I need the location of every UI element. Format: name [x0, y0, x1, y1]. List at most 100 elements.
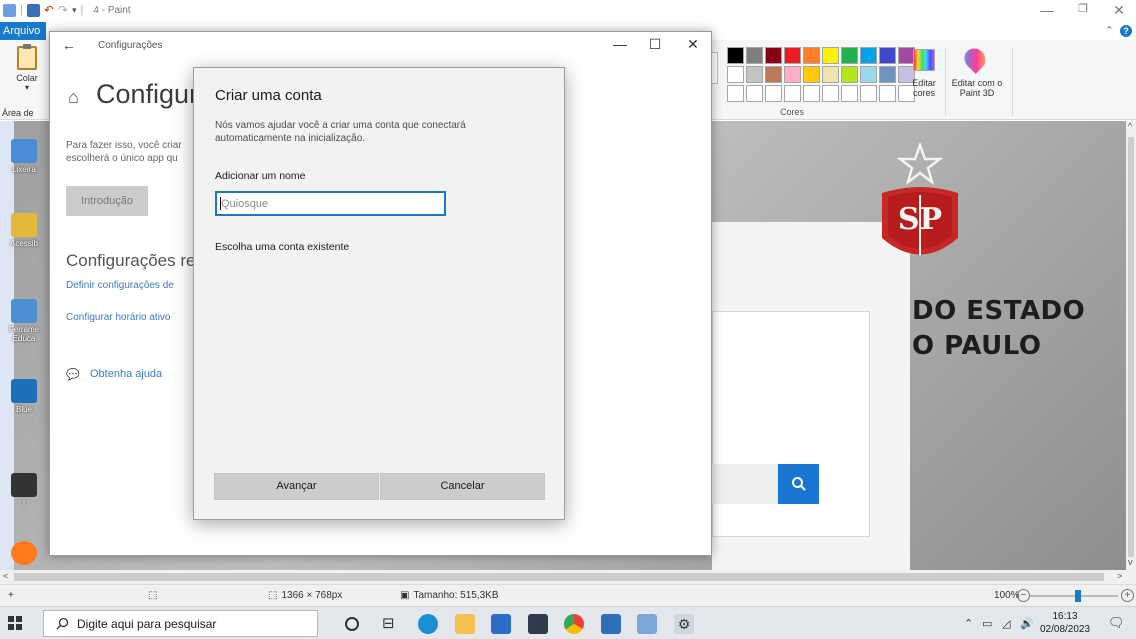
color-swatch[interactable]	[860, 47, 877, 64]
file-explorer-icon[interactable]	[455, 614, 475, 634]
tab-arquivo[interactable]: Arquivo	[0, 22, 46, 40]
help-icon[interactable]: ?	[1120, 24, 1132, 37]
color-swatch[interactable]	[746, 66, 763, 83]
dialog-description: Nós vamos ajudar você a criar uma conta …	[215, 120, 466, 144]
collapse-ribbon-icon[interactable]: ⌃	[1105, 24, 1114, 37]
mail-icon[interactable]	[528, 614, 548, 634]
sp-coat-of-arms: SP	[882, 143, 958, 255]
zoom-out-button[interactable]: −	[1017, 589, 1030, 602]
color-swatch[interactable]	[841, 66, 858, 83]
horizontal-scrollbar[interactable]: < >	[0, 570, 1136, 584]
intro-button[interactable]: Introdução	[66, 186, 148, 216]
color-swatch[interactable]	[746, 47, 763, 64]
next-button[interactable]: Avançar	[214, 473, 379, 500]
paint-restore-button[interactable]: ❐	[1068, 2, 1098, 15]
network-icon[interactable]: ◿	[1002, 617, 1010, 630]
color-swatch[interactable]	[727, 47, 744, 64]
create-account-dialog: Criar uma conta Nós vamos ajudar você a …	[193, 67, 565, 520]
paint3d-icon[interactable]	[960, 44, 990, 74]
custom-color-slot[interactable]	[822, 85, 839, 102]
cortana-icon[interactable]	[345, 617, 359, 631]
custom-color-slot[interactable]	[746, 85, 763, 102]
scroll-up-icon[interactable]: ^	[1128, 121, 1132, 131]
clipboard-icon	[17, 44, 37, 70]
active-hours-link[interactable]: Configurar horário ativo	[66, 312, 171, 323]
save-icon[interactable]	[26, 3, 40, 17]
color-swatch[interactable]	[803, 47, 820, 64]
color-swatch[interactable]	[765, 66, 782, 83]
paint-close-button[interactable]: ✕	[1104, 2, 1134, 19]
color-swatch[interactable]	[860, 66, 877, 83]
color-swatch[interactable]	[784, 66, 801, 83]
scroll-down-icon[interactable]: v	[1128, 557, 1133, 567]
color-swatch[interactable]	[822, 66, 839, 83]
store-icon[interactable]	[491, 614, 511, 634]
custom-color-slot[interactable]	[765, 85, 782, 102]
undo-icon[interactable]: ↶	[44, 3, 54, 17]
choose-existing-account-link[interactable]: Escolha uma conta existente	[215, 241, 349, 253]
redo-icon[interactable]: ↷	[58, 3, 68, 17]
desktop-icon-generic[interactable]: I	[4, 473, 44, 508]
volume-icon[interactable]: 🔊	[1020, 617, 1034, 630]
settings-close-button[interactable]: ✕	[678, 36, 708, 53]
color-swatch[interactable]	[803, 66, 820, 83]
edit-colors-icon[interactable]	[913, 49, 935, 71]
taskbar-search-placeholder: Digite aqui para pesquisar	[77, 616, 217, 631]
account-name-input[interactable]	[215, 191, 446, 216]
color-swatch[interactable]	[727, 66, 744, 83]
edit-colors-button[interactable]: Editar cores	[906, 78, 942, 98]
zoom-slider-thumb[interactable]	[1075, 590, 1082, 602]
color-swatch[interactable]	[879, 66, 896, 83]
colors-group-label: Cores	[780, 107, 805, 117]
define-settings-link[interactable]: Definir configurações de	[66, 280, 174, 291]
get-help-link[interactable]: 💬 Obtenha ajuda	[66, 368, 162, 381]
task-view-icon[interactable]: ⊟	[382, 614, 402, 634]
edge-icon[interactable]	[418, 614, 438, 634]
custom-color-slot[interactable]	[841, 85, 858, 102]
back-arrow-icon[interactable]: ←	[62, 37, 76, 53]
zoom-in-button[interactable]: +	[1121, 589, 1134, 602]
paint-minimize-button[interactable]: —	[1032, 2, 1062, 18]
windows-start-icon[interactable]	[8, 616, 22, 630]
custom-color-slot[interactable]	[727, 85, 744, 102]
custom-color-slot[interactable]	[784, 85, 801, 102]
horizontal-scrollbar-thumb[interactable]	[14, 573, 1104, 581]
color-swatch[interactable]	[784, 47, 801, 64]
desktop-icon-firefox[interactable]	[4, 541, 44, 567]
scroll-left-icon[interactable]: <	[3, 571, 8, 581]
settings-gear-icon[interactable]: ⚙	[674, 614, 694, 634]
zoom-slider[interactable]	[1030, 595, 1118, 597]
scroll-right-icon[interactable]: >	[1117, 571, 1122, 581]
paste-button[interactable]: Colar ▾	[10, 44, 44, 92]
paint-taskbar-icon[interactable]	[637, 614, 657, 634]
settings-maximize-button[interactable]: ☐	[640, 36, 670, 53]
name-field-label: Adicionar um nome	[215, 170, 306, 182]
desktop-icon-blue[interactable]: Blue	[4, 379, 44, 414]
taskbar-clock[interactable]: 16:13 02/08/2023	[1040, 610, 1090, 636]
custom-color-slot[interactable]	[879, 85, 896, 102]
edit-with-paint3d-button[interactable]: Editar com o Paint 3D	[946, 78, 1008, 98]
color-swatch[interactable]	[765, 47, 782, 64]
vertical-scrollbar-thumb[interactable]	[1128, 137, 1134, 557]
taskbar-search-box[interactable]: Digite aqui para pesquisar	[43, 610, 318, 637]
color-swatch[interactable]	[841, 47, 858, 64]
chrome-icon[interactable]	[564, 614, 584, 634]
image-dimensions-icon: ⬚	[268, 590, 278, 601]
notification-icon[interactable]: 🗨	[1108, 615, 1125, 631]
paint-titlebar: | ↶ ↷ ▾ | 4 - Paint — ❐ ✕	[0, 0, 1136, 22]
custom-color-slot[interactable]	[860, 85, 877, 102]
desktop-icon-tools[interactable]: Ferrame Educa	[4, 299, 44, 343]
custom-color-slot[interactable]	[803, 85, 820, 102]
cancel-button[interactable]: Cancelar	[380, 473, 545, 500]
color-swatch[interactable]	[822, 47, 839, 64]
customize-qat-icon[interactable]: ▾	[72, 5, 77, 16]
battery-icon[interactable]: ▭	[982, 617, 992, 630]
desktop-icon-recycle-bin[interactable]: Lixeira	[4, 139, 44, 174]
show-hidden-icons-icon[interactable]: ⌃	[964, 617, 973, 630]
paste-dropdown-icon[interactable]: ▾	[10, 83, 44, 92]
color-swatch[interactable]	[879, 47, 896, 64]
settings-minimize-button[interactable]: —	[605, 36, 635, 52]
teams-icon[interactable]	[601, 614, 621, 634]
vertical-scrollbar[interactable]: ^ v	[1126, 121, 1136, 570]
desktop-icon-accessibility[interactable]: Acessib	[4, 213, 44, 248]
